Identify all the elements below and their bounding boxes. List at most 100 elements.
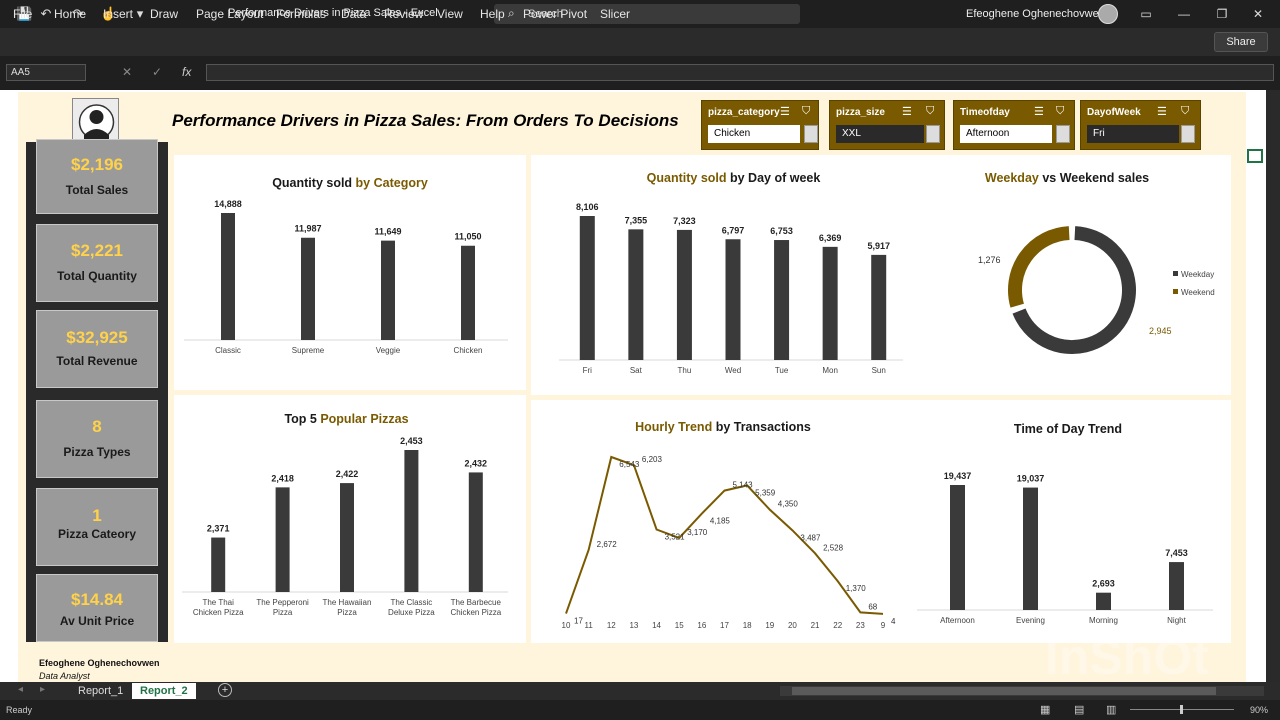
data-label: 5,917 [867, 241, 890, 251]
tick-label: 23 [856, 621, 865, 630]
tick-label: 19 [765, 621, 774, 630]
data-label: 7,355 [625, 215, 648, 225]
sheet-tab-report-1[interactable]: Report_1 [70, 683, 131, 699]
slicer-timeofday[interactable]: Timeofday ☰ ⛉ Afternoon [953, 100, 1075, 150]
kpi-value: $14.84 [71, 590, 123, 609]
slicer-item-selected[interactable]: XXL [836, 125, 924, 143]
slicer-item-selected[interactable]: Fri [1087, 125, 1179, 143]
kpi-value: 1 [92, 506, 102, 525]
ribbon-display-icon[interactable]: ▭ [1134, 4, 1158, 24]
minimize-icon[interactable]: — [1172, 4, 1196, 24]
tick-label: 18 [743, 621, 752, 630]
tab-review[interactable]: Review [384, 7, 423, 21]
chart-category-panel[interactable]: Quantity sold by Category 14,888 Classic 1… [174, 155, 526, 390]
kpi-card-total-sales: $2,196 Total Sales [36, 139, 158, 214]
clear-filter-icon[interactable]: ⛉ [802, 105, 810, 118]
data-label: 2,432 [465, 458, 488, 468]
tick-label: Evening [1016, 616, 1045, 625]
bar [461, 245, 475, 340]
kpi-sidebar [26, 142, 168, 642]
clear-filter-icon[interactable]: ⛉ [926, 105, 934, 118]
kpi-label: Av Unit Price [59, 614, 135, 628]
slicer-item-selected[interactable]: Afternoon [960, 125, 1052, 143]
bar [950, 485, 965, 610]
tab-slicer[interactable]: Slicer [600, 7, 630, 21]
donut-slice [1008, 226, 1070, 308]
tab-help[interactable]: Help [480, 7, 505, 21]
share-button[interactable]: Share [1214, 32, 1268, 52]
multi-select-icon[interactable]: ☰ [780, 105, 790, 118]
tab-page-layout[interactable]: Page Layout [196, 7, 263, 21]
data-label: 2,453 [400, 436, 423, 446]
kpi-value: $2,221 [71, 241, 123, 260]
tab-formulas[interactable]: Formulas [276, 7, 326, 21]
multi-select-icon[interactable]: ☰ [902, 105, 912, 118]
name-box[interactable]: AA5 [6, 64, 86, 81]
slicer-title: pizza_category [708, 107, 780, 118]
tab-file[interactable]: File [13, 7, 32, 21]
vertical-scrollbar[interactable] [1266, 90, 1280, 682]
tick-label: The Hawaiian [323, 598, 372, 607]
tick-label: Sat [630, 366, 643, 375]
normal-view-icon[interactable]: ▦ [1040, 703, 1050, 716]
data-label: 2,371 [207, 524, 230, 534]
cancel-icon[interactable]: ✕ [122, 65, 132, 79]
chart-weekday-panel[interactable]: Weekday vs Weekend sales 2,945 1,276 Weekd… [907, 155, 1231, 395]
tick-label: 16 [697, 621, 706, 630]
undo-icon[interactable]: ↶ [38, 6, 54, 22]
tab-scroll-right-icon[interactable]: ▸ [40, 684, 45, 695]
slicer-title: Timeofday [960, 107, 1010, 118]
formula-input[interactable] [206, 64, 1274, 81]
slicer-scrollbar[interactable] [926, 125, 940, 143]
tab-power-pivot[interactable]: Power Pivot [523, 7, 587, 21]
chart-tod-panel[interactable]: Time of Day Trend 19,437 Afternoon 19,037 E… [907, 400, 1231, 643]
multi-select-icon[interactable]: ☰ [1157, 105, 1167, 118]
user-name: Efeoghene Oghenechovwen [966, 8, 1105, 20]
tab-view[interactable]: View [437, 7, 463, 21]
multi-select-icon[interactable]: ☰ [1034, 105, 1044, 118]
customize-toolbar-icon[interactable]: ▾ [132, 6, 148, 22]
enter-icon[interactable]: ✓ [152, 65, 162, 79]
chart-hourly-panel[interactable]: Hourly Trend by Transactions 17 10 2,672 11… [531, 400, 907, 643]
chart-top5-panel[interactable]: Top 5 Popular Pizzas 2,371 The Thai Chicke… [174, 395, 526, 643]
horizontal-scroll-thumb[interactable] [792, 687, 1216, 695]
add-sheet-icon[interactable]: + [218, 683, 232, 697]
tab-insert[interactable]: Insert [103, 7, 133, 21]
tab-home[interactable]: Home [54, 7, 86, 21]
tab-data[interactable]: Data [341, 7, 366, 21]
data-label: 6,797 [722, 225, 745, 235]
sheet-tab-report-2[interactable]: Report_2 [132, 683, 196, 699]
category-bar-chart: 14,888 Classic 11,987 Supreme 11,649 Veggie 11… [184, 199, 508, 355]
tick-label: Chicken Pizza [193, 608, 244, 617]
bar [1169, 562, 1184, 610]
bar [211, 537, 226, 592]
restore-icon[interactable]: ❐ [1210, 4, 1234, 24]
close-icon[interactable]: ✕ [1246, 4, 1270, 24]
slicer-scrollbar[interactable] [804, 125, 818, 143]
page-layout-view-icon[interactable]: ▤ [1074, 703, 1084, 716]
active-cell[interactable] [1247, 149, 1263, 163]
slicer-item-selected[interactable]: Chicken [708, 125, 800, 143]
slicer-scrollbar[interactable] [1056, 125, 1070, 143]
kpi-label: Total Sales [65, 183, 129, 197]
insert-function-icon[interactable]: fx [182, 65, 191, 79]
slicer-scrollbar[interactable] [1181, 125, 1195, 143]
slicer-pizza-size[interactable]: pizza_size ☰ ⛉ XXL [829, 100, 945, 150]
clear-filter-icon[interactable]: ⛉ [1181, 105, 1189, 118]
data-label: 2,945 [1149, 326, 1172, 336]
zoom-slider-thumb[interactable] [1180, 705, 1183, 714]
chart-dow-panel[interactable]: Quantity sold by Day of week 8,106 Fri 7,3… [531, 155, 907, 395]
page-break-view-icon[interactable]: ▥ [1106, 703, 1116, 716]
tick-label: Chicken Pizza [450, 608, 501, 617]
tick-label: Veggie [376, 346, 401, 355]
data-label: 17 [574, 617, 583, 626]
tab-draw[interactable]: Draw [150, 7, 178, 21]
slicer-pizza-category[interactable]: pizza_category ☰ ⛉ Chicken [701, 100, 819, 150]
bar [725, 239, 741, 360]
data-label: 11,987 [294, 224, 321, 234]
kpi-card-total-quantity: $2,221 Total Quantity [36, 224, 158, 302]
avatar[interactable] [1098, 4, 1118, 24]
tab-scroll-left-icon[interactable]: ◂ [18, 684, 23, 695]
clear-filter-icon[interactable]: ⛉ [1056, 105, 1064, 118]
slicer-dayofweek[interactable]: DayofWeek ☰ ⛉ Fri [1080, 100, 1201, 150]
